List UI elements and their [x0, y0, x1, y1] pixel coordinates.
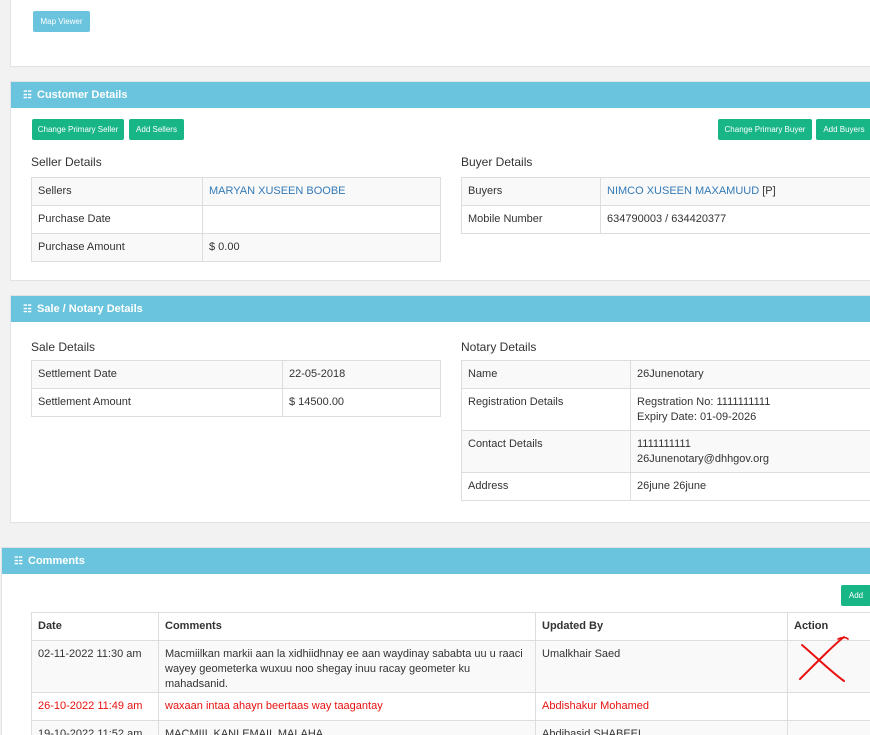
table-row: 19-10-2022 11:52 am MACMIIL KANI EMAIL M… [31, 720, 870, 735]
sale-notary-panel: ☷ Sale / Notary Details Sale Details Sett… [10, 295, 870, 523]
buyer-details-table: Buyers NIMCO XUSEEN MAXAMUUD [P] Mobile … [461, 177, 870, 234]
mobile-number-value: 634790003 / 634420377 [600, 205, 870, 234]
comments-panel: ☷ Comments Add Date Comments Updated By A… [1, 547, 870, 735]
comment-line: Macmiilkan markii aan la xidhiidhnay ee … [165, 648, 523, 660]
notary-details-title: Notary Details [461, 340, 537, 354]
comment-text: MACMIIL KANI EMAIL MALAHA [158, 720, 536, 735]
seller-details-table: Sellers MARYAN XUSEEN BOOBE Purchase Dat… [31, 177, 441, 262]
contact-details-label: Contact Details [461, 430, 631, 473]
table-row: 02-11-2022 11:30 am Macmiilkan markii aa… [31, 636, 870, 693]
list-icon: ☷ [23, 90, 32, 101]
comments-header: ☷ Comments [2, 548, 870, 574]
table-row: Sellers MARYAN XUSEEN BOOBE [31, 177, 441, 206]
add-buyers-button[interactable]: Add Buyers [816, 119, 870, 140]
comment-date: 19-10-2022 11:52 am [31, 720, 159, 735]
table-row: Contact Details 1111111111 26Junenotary@… [461, 430, 870, 473]
add-sellers-button[interactable]: Add Sellers [129, 119, 184, 140]
table-row: Settlement Date 22-05-2018 [31, 360, 441, 389]
column-header-date: Date [31, 612, 159, 641]
delete-x-icon[interactable] [792, 635, 852, 685]
comment-text: Macmiilkan markii aan la xidhiidhnay ee … [158, 640, 536, 693]
list-icon: ☷ [23, 304, 32, 315]
change-primary-buyer-button[interactable]: Change Primary Buyer [718, 119, 812, 140]
sale-notary-title: Sale / Notary Details [37, 303, 143, 315]
comment-updated-by: Abdishakur Mohamed [535, 692, 788, 721]
notary-name-value: 26Junenotary [630, 360, 870, 389]
comments-table: Date Comments Updated By Action 02-11-20… [31, 612, 870, 735]
address-value: 26june 26june [630, 472, 870, 501]
table-row: Name 26Junenotary [461, 360, 870, 389]
add-comment-button[interactable]: Add [841, 585, 870, 606]
sale-details-title: Sale Details [31, 340, 96, 354]
customer-details-title: Customer Details [37, 89, 128, 101]
comment-updated-by: Umalkhair Saed [535, 640, 788, 693]
table-row: Purchase Date [31, 205, 441, 234]
table-row: Settlement Amount $ 14500.00 [31, 388, 441, 417]
sellers-label: Sellers [31, 177, 203, 206]
purchase-date-value [202, 205, 441, 234]
contact-phone: 1111111111 [637, 438, 691, 450]
table-row: Mobile Number 634790003 / 634420377 [461, 205, 870, 234]
comment-date: 26-10-2022 11:49 am [31, 692, 159, 721]
registration-details-value: Regstration No: 1111111111 Expiry Date: … [630, 388, 870, 431]
table-row: Purchase Amount $ 0.00 [31, 233, 441, 262]
settlement-date-label: Settlement Date [31, 360, 283, 389]
comment-text: waxaan intaa ahayn beertaas way taaganta… [158, 692, 536, 721]
comment-updated-by: Abdibasid SHABEEL [535, 720, 788, 735]
table-row: 26-10-2022 11:49 am waxaan intaa ahayn b… [31, 692, 870, 721]
registration-details-label: Registration Details [461, 388, 631, 431]
comment-action [787, 692, 870, 721]
table-row: Registration Details Regstration No: 111… [461, 388, 870, 431]
comment-action [787, 720, 870, 735]
notary-name-label: Name [461, 360, 631, 389]
change-primary-seller-button[interactable]: Change Primary Seller [32, 119, 124, 140]
buyers-value: NIMCO XUSEEN MAXAMUUD [P] [600, 177, 870, 206]
settlement-amount-label: Settlement Amount [31, 388, 283, 417]
buyer-details-title: Buyer Details [461, 155, 533, 169]
comment-date: 02-11-2022 11:30 am [31, 640, 159, 693]
column-header-comments: Comments [158, 612, 536, 641]
seller-details-title: Seller Details [31, 155, 102, 169]
purchase-amount-value: $ 0.00 [202, 233, 441, 262]
customer-details-panel: ☷ Customer Details Change Primary Seller … [10, 81, 870, 281]
comment-action [787, 636, 870, 693]
table-header-row: Date Comments Updated By Action [31, 612, 870, 641]
primary-marker: [P] [759, 185, 776, 197]
comments-title: Comments [28, 555, 85, 567]
contact-details-value: 1111111111 26Junenotary@dhhgov.org [630, 430, 870, 473]
expiry-date: Expiry Date: 01-09-2026 [637, 411, 757, 423]
customer-details-header: ☷ Customer Details [11, 82, 870, 108]
top-panel: Map Viewer [10, 0, 870, 67]
table-row: Address 26june 26june [461, 472, 870, 501]
mobile-number-label: Mobile Number [461, 205, 601, 234]
purchase-amount-label: Purchase Amount [31, 233, 203, 262]
buyer-link[interactable]: NIMCO XUSEEN MAXAMUUD [607, 185, 759, 197]
contact-email: 26Junenotary@dhhgov.org [637, 453, 770, 465]
table-row: Buyers NIMCO XUSEEN MAXAMUUD [P] [461, 177, 870, 206]
sale-details-table: Settlement Date 22-05-2018 Settlement Am… [31, 360, 441, 417]
column-header-updated-by: Updated By [535, 612, 788, 641]
notary-details-table: Name 26Junenotary Registration Details R… [461, 360, 870, 501]
seller-link[interactable]: MARYAN XUSEEN BOOBE [209, 185, 346, 197]
address-label: Address [461, 472, 631, 501]
sellers-value: MARYAN XUSEEN BOOBE [202, 177, 441, 206]
buyers-label: Buyers [461, 177, 601, 206]
list-icon: ☷ [14, 556, 23, 567]
purchase-date-label: Purchase Date [31, 205, 203, 234]
settlement-date-value: 22-05-2018 [282, 360, 441, 389]
registration-number: Regstration No: 1111111111 [637, 396, 771, 408]
sale-notary-header: ☷ Sale / Notary Details [11, 296, 870, 322]
settlement-amount-value: $ 14500.00 [282, 388, 441, 417]
comment-line: wayey geometerka wuxuu noo shegay inuu r… [165, 663, 471, 690]
map-viewer-button[interactable]: Map Viewer [33, 11, 90, 32]
